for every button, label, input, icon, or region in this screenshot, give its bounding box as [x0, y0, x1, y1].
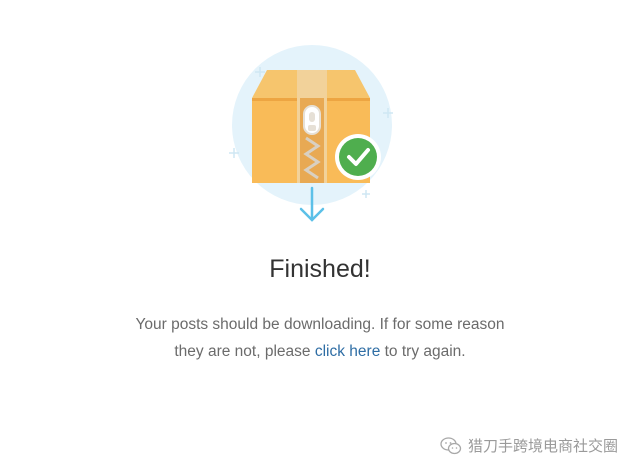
message-line-2: they are not, please click here to try a…: [0, 338, 640, 365]
download-illustration: [222, 40, 402, 230]
watermark-text: 猎刀手跨境电商社交圈: [467, 437, 618, 455]
watermark: 猎刀手跨境电商社交圈: [440, 435, 618, 456]
retry-link[interactable]: click here: [315, 343, 380, 360]
status-message: Your posts should be downloading. If for…: [0, 311, 640, 365]
page-title: Finished!: [269, 255, 371, 283]
message-prefix: they are not, please: [174, 343, 311, 360]
checkmark-icon: [335, 134, 381, 180]
message-suffix: to try again.: [384, 343, 466, 360]
message-line-1: Your posts should be downloading. If for…: [135, 316, 505, 333]
wechat-icon: [440, 436, 462, 455]
